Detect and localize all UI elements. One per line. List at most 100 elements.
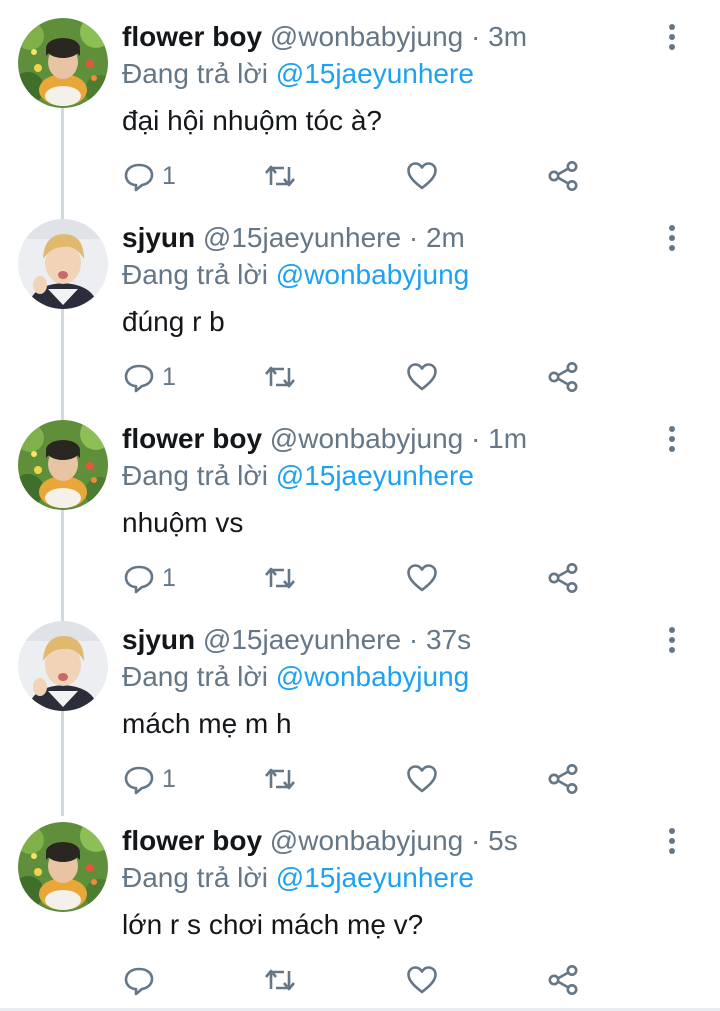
more-options-button[interactable] (660, 22, 684, 52)
like-button[interactable] (405, 357, 439, 397)
retweet-button[interactable] (262, 156, 298, 196)
mention-link[interactable]: @wonbabyjung (276, 661, 469, 692)
replying-to-label: Đang trả lời (122, 259, 268, 290)
replying-to: Đang trả lời @wonbabyjung (122, 257, 469, 293)
like-button[interactable] (405, 960, 439, 1000)
share-button[interactable] (546, 759, 580, 799)
share-icon (548, 161, 578, 191)
separator-dot: · (471, 825, 481, 856)
retweet-icon (265, 969, 295, 991)
share-icon (548, 362, 578, 392)
retweet-button[interactable] (262, 759, 298, 799)
sjyun-avatar[interactable] (18, 219, 108, 309)
user-handle[interactable]: @15jaeyunhere (203, 624, 401, 655)
tweet-header: sjyun @15jaeyunhere · 37s (122, 622, 471, 658)
display-name[interactable]: flower boy (122, 21, 262, 52)
tweet-text: mách mẹ m h (122, 708, 292, 739)
more-vertical-icon (669, 24, 675, 50)
tweet-header: flower boy @wonbabyjung · 5s (122, 823, 518, 859)
share-icon (548, 764, 578, 794)
timestamp[interactable]: 3m (488, 21, 527, 52)
mention-link[interactable]: @15jaeyunhere (276, 460, 474, 491)
tweet-text: lớn r s chơi mách mẹ v? (122, 909, 424, 940)
mention-link[interactable]: @15jaeyunhere (276, 58, 474, 89)
like-button[interactable] (405, 759, 439, 799)
flower-boy-avatar[interactable] (18, 822, 108, 912)
tweet-3[interactable]: flower boy @wonbabyjung · 1m Đang trả lờ… (0, 402, 720, 604)
tweet-2[interactable]: sjyun @15jaeyunhere · 2m Đang trả lời @w… (0, 201, 720, 403)
flower-boy-avatar[interactable] (18, 420, 108, 510)
replying-to: Đang trả lời @wonbabyjung (122, 659, 469, 695)
separator-dot: · (471, 423, 481, 454)
share-button[interactable] (546, 156, 580, 196)
tweet-actions (122, 960, 592, 1000)
tweet-header: flower boy @wonbabyjung · 3m (122, 19, 527, 55)
more-vertical-icon (669, 426, 675, 452)
share-button[interactable] (546, 558, 580, 598)
replying-to: Đang trả lời @15jaeyunhere (122, 458, 474, 494)
tweet-5[interactable]: flower boy @wonbabyjung · 5s Đang trả lờ… (0, 804, 720, 1006)
more-options-button[interactable] (660, 826, 684, 856)
retweet-button[interactable] (262, 357, 298, 397)
reply-button[interactable] (122, 960, 162, 1000)
display-name[interactable]: sjyun (122, 624, 195, 655)
retweet-icon (265, 567, 295, 589)
tweet-actions: 1 (122, 156, 592, 196)
reply-icon (124, 565, 154, 594)
user-handle[interactable]: @wonbabyjung (270, 21, 463, 52)
replying-to: Đang trả lời @15jaeyunhere (122, 56, 474, 92)
timestamp[interactable]: 1m (488, 423, 527, 454)
replying-to: Đang trả lời @15jaeyunhere (122, 860, 474, 896)
replying-to-label: Đang trả lời (122, 58, 268, 89)
retweet-button[interactable] (262, 960, 298, 1000)
more-options-button[interactable] (660, 223, 684, 253)
reply-button[interactable]: 1 (122, 357, 176, 397)
reply-button[interactable]: 1 (122, 156, 176, 196)
tweet-4[interactable]: sjyun @15jaeyunhere · 37s Đang trả lời @… (0, 603, 720, 805)
user-handle[interactable]: @15jaeyunhere (203, 222, 401, 253)
share-button[interactable] (546, 357, 580, 397)
reply-icon (124, 967, 154, 996)
more-vertical-icon (669, 828, 675, 854)
replying-to-label: Đang trả lời (122, 862, 268, 893)
heart-icon (407, 564, 437, 592)
tweet-header: flower boy @wonbabyjung · 1m (122, 421, 527, 457)
sjyun-avatar[interactable] (18, 621, 108, 711)
heart-icon (407, 162, 437, 190)
retweet-icon (265, 768, 295, 790)
user-handle[interactable]: @wonbabyjung (270, 423, 463, 454)
tweet-1[interactable]: flower boy @wonbabyjung · 3m Đang trả lờ… (0, 0, 720, 202)
more-options-button[interactable] (660, 625, 684, 655)
display-name[interactable]: flower boy (122, 423, 262, 454)
retweet-icon (265, 165, 295, 187)
mention-link[interactable]: @15jaeyunhere (276, 862, 474, 893)
reply-count: 1 (162, 161, 176, 190)
more-options-button[interactable] (660, 424, 684, 454)
separator-dot: · (408, 624, 419, 655)
display-name[interactable]: flower boy (122, 825, 262, 856)
tweet-text: nhuộm vs (122, 507, 244, 538)
like-button[interactable] (405, 156, 439, 196)
retweet-button[interactable] (262, 558, 298, 598)
timestamp[interactable]: 5s (488, 825, 518, 856)
reply-count: 1 (162, 362, 176, 391)
display-name[interactable]: sjyun (122, 222, 195, 253)
tweet-text: đại hội nhuộm tóc à? (122, 105, 382, 136)
timestamp[interactable]: 2m (426, 222, 465, 253)
reply-button[interactable]: 1 (122, 759, 176, 799)
share-button[interactable] (546, 960, 580, 1000)
tweet-header: sjyun @15jaeyunhere · 2m (122, 220, 465, 256)
heart-icon (407, 966, 437, 994)
mention-link[interactable]: @wonbabyjung (276, 259, 469, 290)
like-button[interactable] (405, 558, 439, 598)
reply-button[interactable]: 1 (122, 558, 176, 598)
share-icon (548, 965, 578, 995)
separator-dot: · (408, 222, 419, 253)
flower-boy-avatar[interactable] (18, 18, 108, 108)
reply-icon (124, 766, 154, 795)
user-handle[interactable]: @wonbabyjung (270, 825, 463, 856)
reply-icon (124, 163, 154, 192)
heart-icon (407, 363, 437, 391)
timestamp[interactable]: 37s (426, 624, 471, 655)
reply-count: 1 (162, 563, 176, 592)
